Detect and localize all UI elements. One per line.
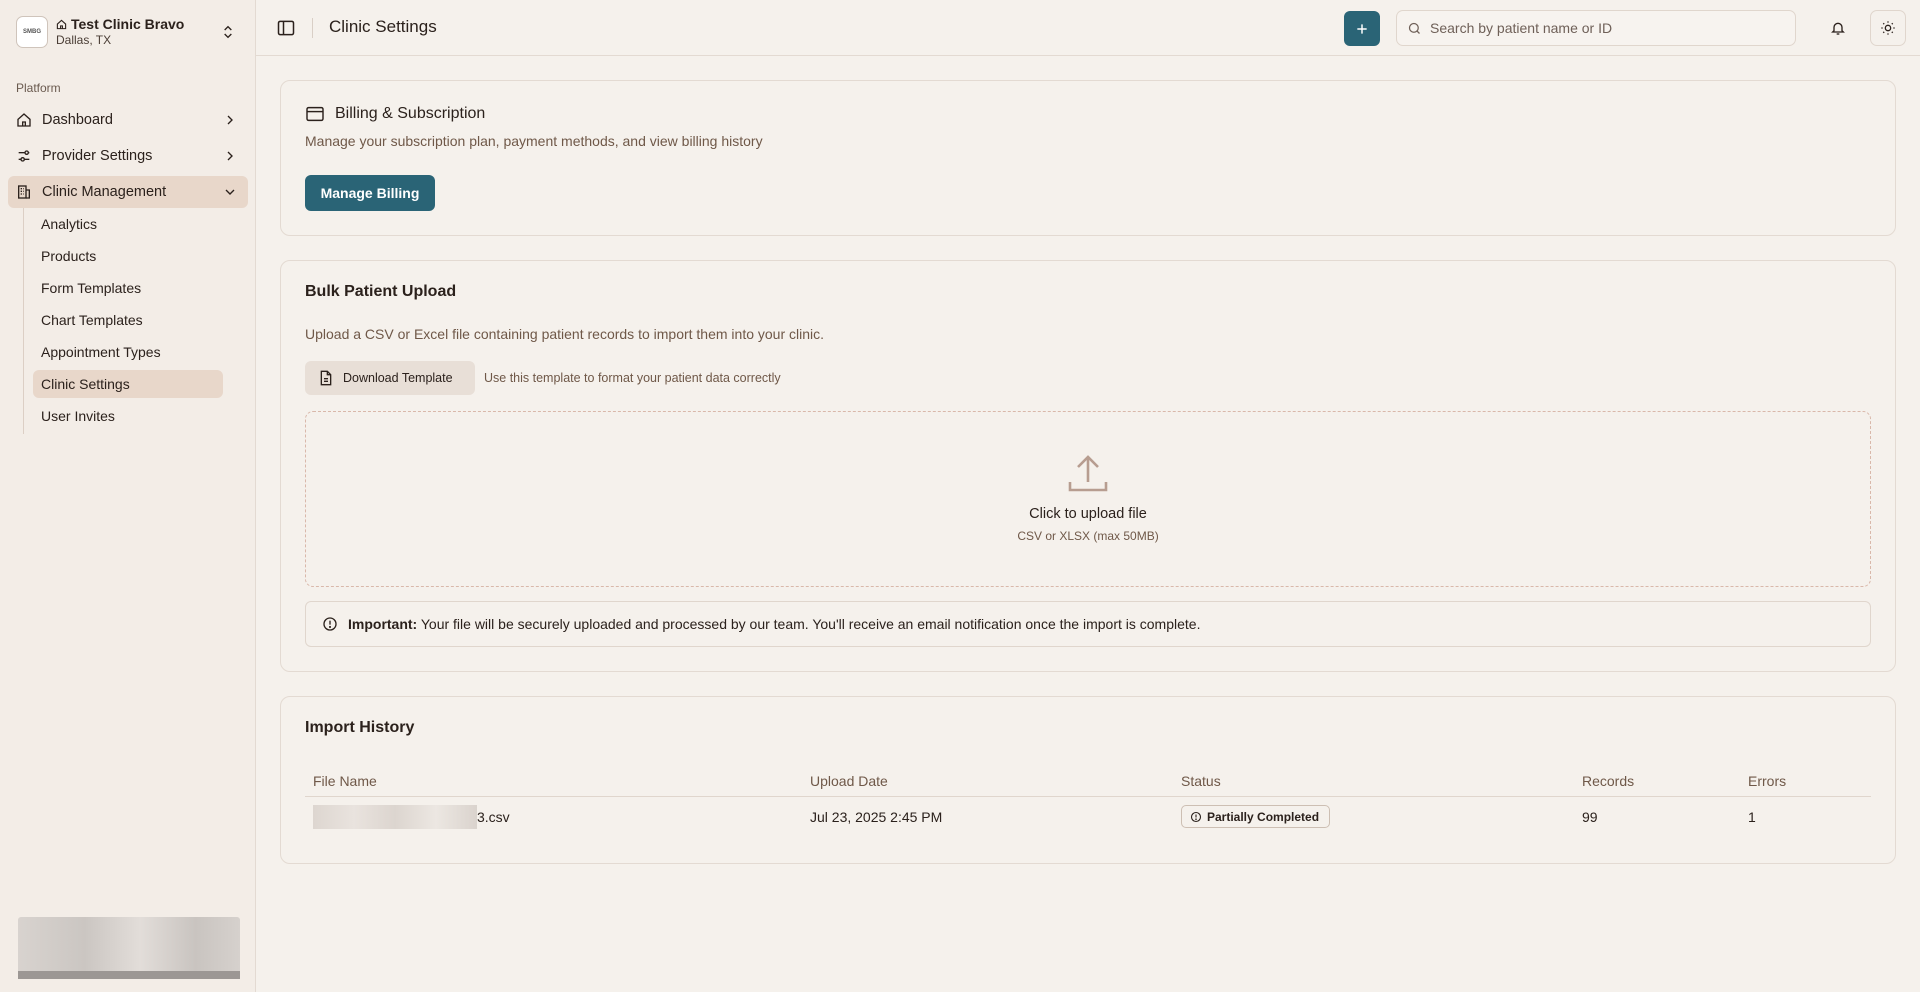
download-template-label: Download Template — [343, 371, 453, 385]
nav-dashboard[interactable]: Dashboard — [8, 104, 248, 136]
sliders-icon — [18, 150, 30, 162]
clinic-name-row: Test Clinic Bravo — [56, 16, 220, 33]
download-template-button[interactable]: Download Template — [305, 361, 475, 395]
file-dropzone[interactable]: Click to upload file CSV or XLSX (max 50… — [305, 411, 1871, 587]
page-title: Clinic Settings — [329, 17, 437, 36]
clinic-switcher[interactable]: SMBG Test Clinic Bravo Dallas, TX — [10, 10, 246, 54]
col-status: Status — [1181, 773, 1221, 789]
status-badge: Partially Completed — [1181, 805, 1331, 828]
nav-provider-settings-label: Provider Settings — [42, 148, 153, 164]
sun-icon — [1881, 21, 1895, 35]
plus-icon — [1357, 23, 1367, 34]
submenu-line — [23, 208, 24, 434]
header-divider — [312, 18, 313, 38]
import-history-table: File Name Upload Date Status Records Err… — [305, 763, 1871, 837]
upload-icon — [1068, 455, 1108, 492]
notice-text: Your file will be securely uploaded and … — [420, 616, 1201, 632]
table-row[interactable]: 3.csv Jul 23, 2025 2:45 PM Partially Com… — [305, 797, 1871, 837]
top-header: Clinic Settings — [256, 0, 1920, 56]
clinic-logo: SMBG — [16, 16, 48, 48]
sub-item-form-templates[interactable]: Form Templates — [33, 274, 223, 302]
file-name-suffix: 3.csv — [477, 809, 510, 825]
sub-item-user-invites[interactable]: User Invites — [33, 402, 223, 430]
file-name-redacted — [313, 805, 477, 829]
col-upload-date: Upload Date — [810, 773, 888, 789]
info-circle-icon — [323, 617, 337, 631]
col-records: Records — [1582, 773, 1635, 789]
clinic-name: Test Clinic Bravo — [71, 16, 185, 33]
info-circle-icon — [1190, 811, 1202, 822]
nav-clinic-management[interactable]: Clinic Management — [8, 176, 248, 208]
download-template-hint: Use this template to format your patient… — [484, 371, 781, 385]
chevrons-up-down-icon — [224, 25, 232, 39]
nav-clinic-management-label: Clinic Management — [42, 184, 167, 200]
errors-count: 1 — [1748, 809, 1756, 825]
bell-icon — [1831, 22, 1845, 35]
chevron-right-icon — [227, 115, 233, 125]
sidebar-toggle-icon[interactable] — [276, 18, 296, 38]
chevron-right-icon — [227, 151, 233, 161]
search-icon — [1408, 22, 1420, 34]
clinic-location: Dallas, TX — [56, 33, 112, 48]
dropzone-subtitle: CSV or XLSX (max 50MB) — [1017, 529, 1159, 543]
nav-provider-settings[interactable]: Provider Settings — [8, 140, 248, 172]
manage-billing-button[interactable]: Manage Billing — [305, 175, 435, 211]
billing-title: Billing & Subscription — [335, 105, 486, 122]
bulk-upload-card: Bulk Patient Upload Upload a CSV or Exce… — [280, 260, 1896, 672]
upload-date: Jul 23, 2025 2:45 PM — [810, 809, 943, 825]
home-icon — [17, 113, 31, 127]
table-header-row: File Name Upload Date Status Records Err… — [305, 763, 1871, 797]
import-history-title: Import History — [305, 719, 415, 736]
billing-card: Billing & Subscription Manage your subsc… — [280, 80, 1896, 236]
col-errors: Errors — [1748, 773, 1787, 789]
clinic-info: Test Clinic Bravo Dallas, TX — [56, 16, 220, 47]
sub-item-appointment-types[interactable]: Appointment Types — [33, 338, 223, 366]
building-icon — [18, 185, 30, 199]
home-icon — [56, 19, 67, 30]
import-history-card: Import History File Name Upload Date Sta… — [280, 696, 1896, 864]
theme-toggle-button[interactable] — [1870, 10, 1906, 46]
dropzone-title: Click to upload file — [1029, 506, 1147, 522]
billing-title-row: Billing & Subscription — [305, 105, 485, 123]
bulk-upload-title: Bulk Patient Upload — [305, 283, 457, 300]
section-label-platform: Platform — [16, 81, 61, 95]
col-file-name: File Name — [313, 773, 377, 789]
credit-card-icon — [306, 106, 324, 122]
billing-description: Manage your subscription plan, payment m… — [305, 133, 763, 149]
user-profile-redacted[interactable] — [18, 917, 240, 979]
sub-item-clinic-settings[interactable]: Clinic Settings — [33, 370, 223, 398]
sub-item-analytics[interactable]: Analytics — [33, 210, 223, 238]
sub-item-chart-templates[interactable]: Chart Templates — [33, 306, 223, 334]
sub-item-products[interactable]: Products — [33, 242, 223, 270]
important-notice: Important: Your file will be securely up… — [305, 601, 1871, 647]
status-label: Partially Completed — [1207, 809, 1320, 824]
search-box[interactable] — [1396, 10, 1796, 46]
chevron-down-icon — [225, 189, 235, 195]
file-icon — [320, 370, 332, 386]
records-count: 99 — [1582, 809, 1598, 825]
bulk-upload-description: Upload a CSV or Excel file containing pa… — [305, 326, 825, 342]
add-button[interactable] — [1344, 11, 1380, 46]
notice-label: Important: — [348, 616, 418, 632]
sidebar: SMBG Test Clinic Bravo Dallas, TX Platfo… — [0, 0, 256, 992]
nav-dashboard-label: Dashboard — [42, 112, 113, 128]
notifications-button[interactable] — [1826, 16, 1850, 40]
search-input[interactable] — [1430, 20, 1770, 36]
